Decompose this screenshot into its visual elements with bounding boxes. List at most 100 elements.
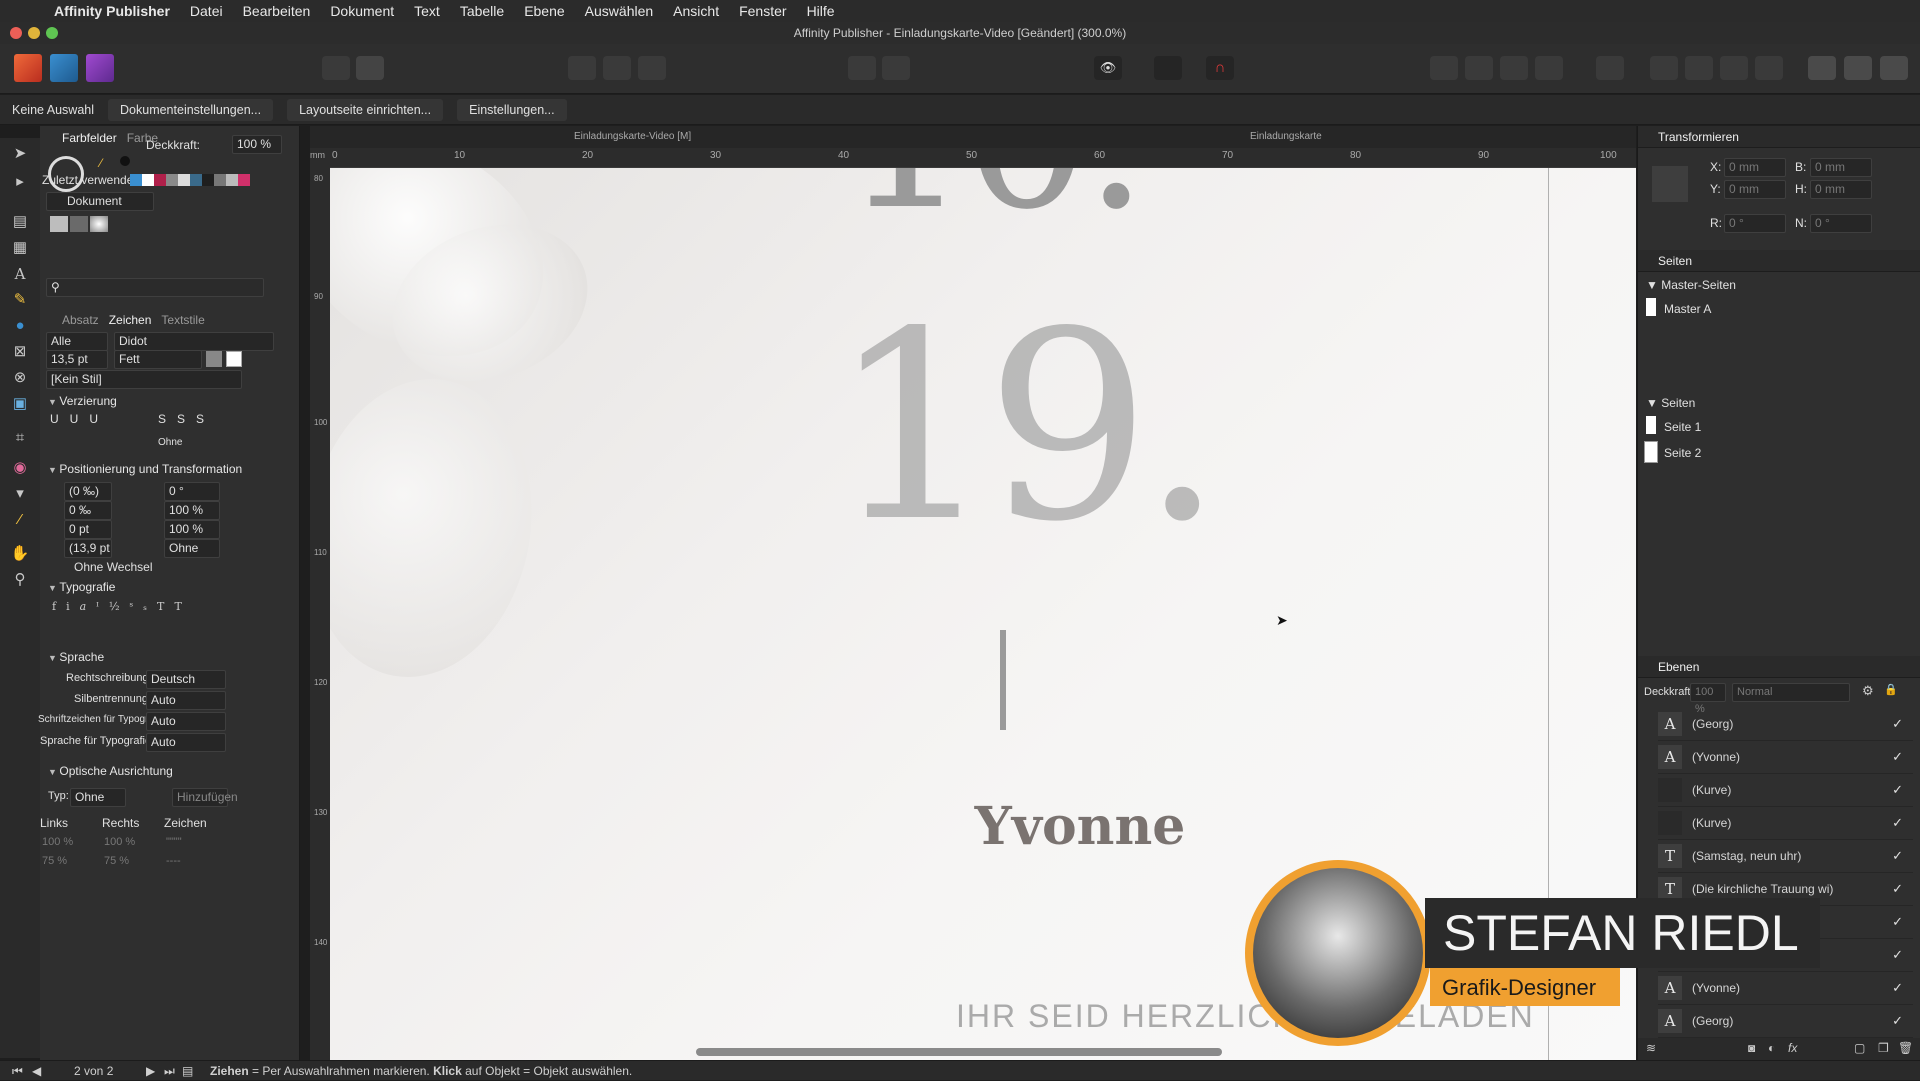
- swatch-search-input[interactable]: ⚲: [46, 278, 264, 297]
- frame-text-tool-icon[interactable]: ▤: [10, 212, 30, 232]
- shear-field[interactable]: 0 °: [164, 482, 220, 501]
- flip-vertical-icon[interactable]: [1685, 56, 1713, 80]
- layer-row[interactable]: (Kurve) ✓: [1658, 774, 1913, 807]
- visibility-checkbox[interactable]: ✓: [1892, 1013, 1903, 1029]
- align-icon[interactable]: [1596, 56, 1624, 80]
- visibility-checkbox[interactable]: ✓: [1892, 881, 1903, 897]
- divider-line[interactable]: [1000, 630, 1006, 730]
- font-family-select[interactable]: Didot: [114, 332, 274, 351]
- rotate-left-icon[interactable]: [1720, 56, 1748, 80]
- no-break-checkbox[interactable]: Ohne Wechsel: [74, 560, 153, 574]
- tab-text-styles[interactable]: Textstile: [161, 313, 204, 327]
- visibility-checkbox[interactable]: ✓: [1892, 980, 1903, 996]
- shape-tool-icon[interactable]: ●: [10, 316, 30, 336]
- page-setup-button[interactable]: Layoutseite einrichten...: [287, 98, 444, 121]
- date-top-text[interactable]: 10.: [842, 168, 1148, 238]
- minimize-window-button[interactable]: [28, 27, 40, 39]
- layer-row[interactable]: A (Georg) ✓: [1658, 708, 1913, 741]
- crop-tool-icon[interactable]: ⌗: [10, 428, 30, 448]
- baseline-field[interactable]: 0 pt: [64, 520, 112, 539]
- eye-icon[interactable]: 👁: [1094, 56, 1122, 80]
- flip-horizontal-icon[interactable]: [1650, 56, 1678, 80]
- name-text[interactable]: Yvonne: [900, 796, 1260, 857]
- section-typography[interactable]: Typografie: [48, 580, 115, 594]
- first-page-icon[interactable]: ⏮: [12, 1061, 23, 1081]
- text-stroke-color-well[interactable]: [226, 351, 242, 367]
- close-window-button[interactable]: [10, 27, 22, 39]
- arrange-forward-icon[interactable]: [1500, 56, 1528, 80]
- preflight-icon[interactable]: [322, 56, 350, 80]
- swatch-light-gray[interactable]: [50, 216, 68, 232]
- publisher-persona-icon[interactable]: [14, 54, 42, 82]
- character-style-select[interactable]: [Kein Stil]: [46, 370, 242, 389]
- menu-app-name[interactable]: Affinity Publisher: [34, 3, 180, 19]
- menu-ebene[interactable]: Ebene: [514, 3, 574, 19]
- black-color-dot[interactable]: [120, 156, 130, 166]
- menu-dokument[interactable]: Dokument: [320, 3, 404, 19]
- blend-mode-select[interactable]: Normal: [1732, 683, 1850, 702]
- rotation-field[interactable]: 0 °: [1724, 214, 1786, 233]
- tab-paragraph[interactable]: Absatz: [62, 313, 99, 327]
- view-mode-icon[interactable]: [568, 56, 596, 80]
- height-field[interactable]: 0 mm: [1810, 180, 1872, 199]
- doc-tab-active[interactable]: Einladungskarte-Video [M]: [574, 131, 691, 142]
- ellipse-frame-tool-icon[interactable]: ⊗: [10, 368, 30, 388]
- mask-icon[interactable]: ◙: [1748, 1041, 1755, 1055]
- boolean-subtract-icon[interactable]: [1844, 56, 1872, 80]
- recent-swatch[interactable]: [130, 174, 142, 186]
- boolean-add-icon[interactable]: [1808, 56, 1836, 80]
- visibility-checkbox[interactable]: ✓: [1892, 716, 1903, 732]
- layers-opacity-field[interactable]: 100 %: [1690, 683, 1726, 715]
- recent-swatch[interactable]: [190, 174, 202, 186]
- artistic-text-tool-icon[interactable]: A: [10, 264, 30, 284]
- snapping-magnet-icon[interactable]: ∩: [1206, 56, 1234, 80]
- font-collection-select[interactable]: Alle Schr...: [46, 332, 108, 365]
- palette-select[interactable]: Dokument: [46, 192, 154, 211]
- swatch-opacity-field[interactable]: 100 %: [232, 135, 282, 154]
- recent-swatch[interactable]: [202, 174, 214, 186]
- add-layer-icon[interactable]: ▢: [1854, 1041, 1865, 1055]
- layer-row[interactable]: A (Yvonne) ✓: [1658, 972, 1913, 1005]
- pages-section[interactable]: ▼ Seiten: [1646, 396, 1695, 410]
- previous-page-icon[interactable]: ◀: [32, 1061, 41, 1081]
- underline-buttons[interactable]: UUU: [50, 412, 109, 426]
- anchor-point-grid[interactable]: [1652, 166, 1688, 202]
- page-list-icon[interactable]: ▤: [182, 1061, 193, 1081]
- menu-text[interactable]: Text: [404, 3, 450, 19]
- y-field[interactable]: 0 mm: [1724, 180, 1786, 199]
- color-picker-tool-icon[interactable]: ◉: [10, 458, 30, 478]
- recent-swatch[interactable]: [226, 174, 238, 186]
- layer-row[interactable]: (Kurve) ✓: [1658, 807, 1913, 840]
- swatch-dark-gray[interactable]: [70, 216, 88, 232]
- anchor-icon[interactable]: [882, 56, 910, 80]
- zoom-window-button[interactable]: [46, 27, 58, 39]
- layers-stack-icon[interactable]: ≋: [1646, 1041, 1656, 1055]
- designer-persona-icon[interactable]: [50, 54, 78, 82]
- duplicate-icon[interactable]: ❐: [1878, 1041, 1889, 1055]
- arrange-front-icon[interactable]: [1535, 56, 1563, 80]
- visibility-checkbox[interactable]: ✓: [1892, 815, 1903, 831]
- text-flow-icon[interactable]: [1154, 56, 1182, 80]
- master-pages-section[interactable]: ▼ Master-Seiten: [1646, 278, 1736, 292]
- optical-add-button[interactable]: Hinzufügen: [172, 788, 238, 807]
- menu-bearbeiten[interactable]: Bearbeiten: [233, 3, 321, 19]
- page-item[interactable]: Seite 1: [1664, 420, 1701, 434]
- recent-swatch[interactable]: [142, 174, 154, 186]
- tab-swatches[interactable]: Farbfelder: [62, 131, 117, 145]
- width-field[interactable]: 0 mm: [1810, 158, 1872, 177]
- typo-language-select[interactable]: Auto: [146, 733, 226, 752]
- layer-row[interactable]: A (Yvonne) ✓: [1658, 741, 1913, 774]
- optical-row-char[interactable]: ----: [166, 855, 181, 867]
- vertical-ruler[interactable]: mm 80 90 100 110 120 130 140: [310, 148, 330, 1060]
- date-main-text[interactable]: 19.: [830, 298, 1223, 558]
- table-tool-icon[interactable]: ▦: [10, 238, 30, 258]
- font-weight-select[interactable]: Fett: [114, 350, 202, 369]
- recent-swatch[interactable]: [214, 174, 226, 186]
- menu-auswaehlen[interactable]: Auswählen: [575, 3, 664, 19]
- shear-field[interactable]: 0 °: [1810, 214, 1872, 233]
- optical-row-char[interactable]: """": [166, 836, 182, 848]
- visibility-checkbox[interactable]: ✓: [1892, 749, 1903, 765]
- recent-swatch[interactable]: [166, 174, 178, 186]
- recent-swatch[interactable]: [154, 174, 166, 186]
- pin-icon[interactable]: [848, 56, 876, 80]
